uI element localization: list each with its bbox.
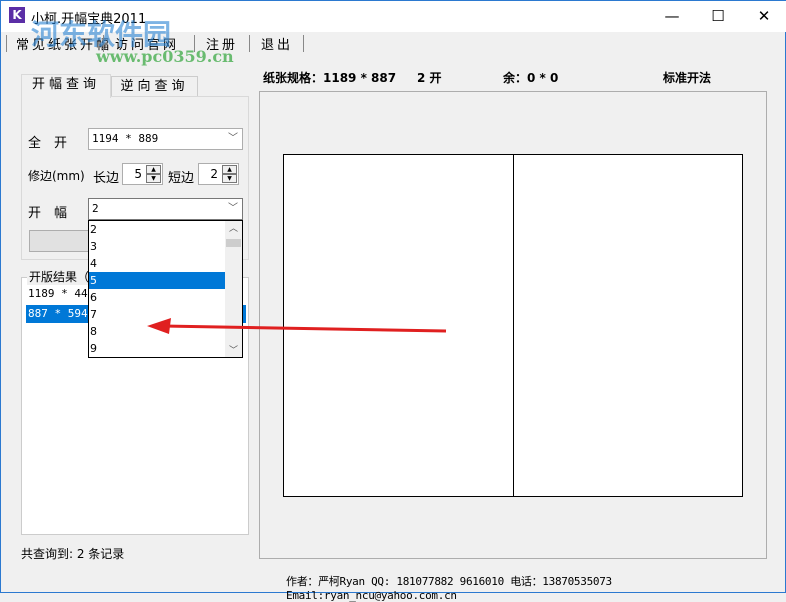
spin-down-icon[interactable]: ▼ — [146, 174, 161, 183]
remainder: 余：0 * 0 — [503, 71, 559, 85]
short-edge-stepper[interactable]: 2 ▲ ▼ — [198, 163, 239, 185]
dropdown-option[interactable]: 3 — [89, 238, 226, 255]
method: 标准开法 — [663, 71, 712, 85]
close-button[interactable]: ✕ — [741, 1, 786, 32]
full-size-select[interactable]: 1194 * 889 ﹀ — [88, 128, 243, 150]
watermark-url: www.pc0359.cn — [96, 47, 234, 66]
long-edge-stepper[interactable]: 5 ▲ ▼ — [122, 163, 163, 185]
menu-separator — [303, 35, 304, 52]
results-group-title: 开版结果（ — [27, 268, 92, 285]
arrow-head-icon — [147, 318, 171, 334]
long-edge-value: 5 — [134, 167, 142, 181]
sheet-cut-line — [513, 155, 514, 496]
short-edge-value: 2 — [210, 167, 218, 181]
spin-up-icon[interactable]: ▲ — [222, 165, 237, 174]
scroll-down-icon[interactable]: ﹀ — [225, 343, 242, 357]
full-label: 全 开 — [28, 136, 68, 151]
red-arrow-annotation — [147, 318, 447, 334]
spin-up-icon[interactable]: ▲ — [146, 165, 161, 174]
dropdown-option[interactable]: 2 — [89, 221, 226, 238]
status-text: 共查询到: 2 条记录 — [21, 547, 125, 561]
open-count-select[interactable]: 2 ﹀ — [88, 198, 243, 220]
open-count: 2 开 — [417, 71, 442, 85]
tab-open-query[interactable]: 开幅查询 — [21, 74, 111, 98]
chevron-down-icon: ﹀ — [228, 133, 238, 144]
menu-exit[interactable]: 退出 — [261, 34, 293, 53]
trim-label: 修边(mm) — [28, 169, 85, 183]
dropdown-option[interactable]: 6 — [89, 289, 226, 306]
menu-separator — [249, 35, 250, 52]
open-count-value: 2 — [92, 202, 99, 215]
author-info: 作者：严柯Ryan QQ: 181077882 9616010 电话：13870… — [286, 575, 612, 602]
maximize-button[interactable]: ☐ — [695, 1, 741, 32]
scroll-up-icon[interactable]: ︿ — [225, 221, 242, 235]
open-count-label: 开 幅 — [28, 206, 68, 221]
chevron-down-icon: ﹀ — [228, 203, 238, 214]
arrow-shaft — [162, 324, 447, 333]
dropdown-option[interactable]: 4 — [89, 255, 226, 272]
dropdown-option[interactable]: 9 — [89, 340, 226, 357]
long-edge-label: 长边 — [93, 171, 120, 186]
paper-spec: 纸张规格：1189 * 887 — [263, 71, 397, 85]
full-size-value: 1194 * 889 — [92, 132, 159, 145]
spin-down-icon[interactable]: ▼ — [222, 174, 237, 183]
short-edge-label: 短边 — [168, 171, 195, 186]
app-icon: K — [9, 7, 25, 23]
menu-separator — [6, 35, 7, 52]
scrollbar-thumb[interactable] — [226, 239, 241, 247]
tab-reverse-query[interactable]: 逆向查询 — [111, 76, 198, 98]
dropdown-option-highlighted[interactable]: 5 — [89, 272, 226, 289]
minimize-button[interactable]: — — [649, 1, 695, 32]
